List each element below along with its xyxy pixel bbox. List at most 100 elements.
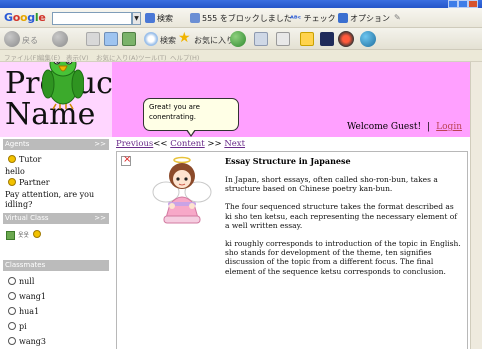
previous-link[interactable]: Previous <box>116 139 153 149</box>
virtual-class-title: Virtual Class <box>5 214 49 222</box>
partner-row[interactable]: Partner <box>8 178 50 187</box>
virtual-class-header[interactable]: Virtual Class >> <box>3 213 109 224</box>
virtual-class-icons: 옷옷 <box>6 230 44 240</box>
article-paragraph: ki roughly corresponds to introduction o… <box>225 239 461 276</box>
stop-icon[interactable] <box>86 32 100 46</box>
classmate-radio[interactable] <box>8 277 16 285</box>
class-smiley-icon[interactable] <box>33 230 41 238</box>
classmate-item[interactable]: null <box>8 277 34 286</box>
partner-message-line1: Pay attention, are you <box>5 190 95 199</box>
classmate-name: null <box>19 277 35 286</box>
search-icon[interactable] <box>144 32 158 46</box>
parrot-agent-image[interactable] <box>42 62 84 110</box>
refresh-icon[interactable] <box>104 32 118 46</box>
page-navigation: Previous<< Content >> Next <box>116 139 245 149</box>
classmate-item[interactable]: wang1 <box>8 292 46 301</box>
article-paragraph: In Japan, short essays, often called sho… <box>225 175 438 194</box>
menu-favorites[interactable]: お気に入り(A) <box>96 52 138 62</box>
options-icon <box>338 13 348 23</box>
google-search-input[interactable] <box>52 12 132 25</box>
history-icon[interactable] <box>230 31 246 47</box>
pencil-icon[interactable]: ✎ <box>394 13 401 22</box>
speech-tail-fill <box>187 129 195 135</box>
tutor-row[interactable]: Tutor <box>8 155 41 164</box>
classmate-radio[interactable] <box>8 322 16 330</box>
favorites-label[interactable]: お気に入り <box>194 35 234 46</box>
navigation-toolbar: 戻る 検索 ★ お気に入り <box>0 28 482 50</box>
article-paragraph: The four sequenced structure takes the f… <box>225 202 458 230</box>
vertical-scrollbar[interactable] <box>470 62 482 349</box>
classmate-item[interactable]: hua1 <box>8 307 39 316</box>
virtual-class-expand-arrow[interactable]: >> <box>94 213 106 224</box>
classroom-icon[interactable] <box>6 230 15 240</box>
web-page: Product Name Welcome Guest!|Login Great!… <box>0 62 470 349</box>
google-search-label: 検索 <box>157 14 173 23</box>
broken-image-icon <box>121 154 131 166</box>
partner-label: Partner <box>19 178 50 187</box>
back-icon[interactable] <box>4 31 20 47</box>
spell-check-button[interactable]: ᴬᴮᶜ チェック <box>290 13 336 24</box>
options-label: オプション <box>350 14 390 23</box>
agents-expand-arrow[interactable]: >> <box>94 139 106 150</box>
partner-message-line2: idling? <box>5 200 33 209</box>
forward-icon[interactable] <box>52 31 68 47</box>
buddy-icon[interactable] <box>360 31 376 47</box>
classmate-radio[interactable] <box>8 292 16 300</box>
classmates-title: Classmates <box>5 261 46 269</box>
popup-blocked-button[interactable]: 555 をブロックしました <box>190 13 292 24</box>
favorites-star-icon[interactable]: ★ <box>178 30 191 46</box>
google-search-button[interactable]: 検索 <box>145 13 173 24</box>
next-link[interactable]: Next <box>224 139 245 149</box>
menu-file[interactable]: ファイル(F) <box>4 52 39 62</box>
menu-view[interactable]: 表示(V) <box>66 52 89 62</box>
agents-title: Agents <box>5 140 30 148</box>
popup-blocked-label: 555 をブロックしました <box>202 14 292 23</box>
classmate-name: wang3 <box>19 337 46 346</box>
classmate-radio[interactable] <box>8 307 16 315</box>
google-logo[interactable]: Google <box>4 11 46 24</box>
close-button[interactable] <box>468 0 478 8</box>
messenger-icon[interactable] <box>320 32 334 46</box>
classmate-name: hua1 <box>19 307 40 316</box>
window-titlebar <box>0 0 482 8</box>
angel-agent-image[interactable] <box>152 156 212 228</box>
login-link[interactable]: Login <box>436 122 462 132</box>
classmate-item[interactable]: wang3 <box>8 337 46 346</box>
classmate-item[interactable]: pi <box>8 322 27 331</box>
google-search-dropdown[interactable]: ▼ <box>132 12 141 25</box>
print-icon[interactable] <box>276 32 290 46</box>
classmate-radio[interactable] <box>8 337 16 345</box>
welcome-text: Welcome Guest! <box>347 122 422 132</box>
home-icon[interactable] <box>122 32 136 46</box>
popup-block-icon <box>190 13 200 23</box>
article-title: Essay Structure in Japanese <box>225 156 351 166</box>
content-link[interactable]: Content <box>170 139 204 149</box>
minimize-button[interactable] <box>448 0 458 8</box>
menu-help[interactable]: ヘルプ(H) <box>170 52 199 62</box>
nav-separator: << <box>153 139 168 149</box>
search-label[interactable]: 検索 <box>160 35 176 46</box>
classmates-icon[interactable]: 옷옷 <box>18 231 30 240</box>
speech-text: Great! you are conentrating. <box>149 103 200 121</box>
main-content: Previous<< Content >> Next × Essay Struc… <box>112 137 470 349</box>
lesson-frame: Essay Structure in Japanese In Japan, sh… <box>116 151 468 349</box>
nav-separator: >> <box>207 139 222 149</box>
article-body: In Japan, short essays, often called sho… <box>225 175 463 285</box>
options-button[interactable]: オプション <box>338 13 390 24</box>
maximize-button[interactable] <box>458 0 468 8</box>
abc-check-icon: ᴬᴮᶜ <box>290 14 302 23</box>
mail-icon[interactable] <box>254 32 268 46</box>
google-toolbar: Google ▼ 検索 555 をブロックしました ᴬᴮᶜ チェック オプション… <box>0 8 482 28</box>
back-label[interactable]: 戻る <box>22 35 38 46</box>
menu-edit[interactable]: 編集(E) <box>38 52 60 62</box>
media-icon[interactable] <box>338 31 354 47</box>
sidebar: Agents >> Tutor hello Partner Pay attent… <box>0 137 112 349</box>
tutor-label: Tutor <box>19 155 42 164</box>
tutor-message: hello <box>5 167 25 176</box>
agents-header[interactable]: Agents >> <box>3 139 109 150</box>
welcome-area: Welcome Guest! | Login <box>347 122 462 132</box>
menu-tools[interactable]: ツール(T) <box>138 52 167 62</box>
menu-bar: ファイル(F) 編集(E) 表示(V) お気に入り(A) ツール(T) ヘルプ(… <box>0 50 482 62</box>
folder-icon[interactable] <box>300 32 314 46</box>
agent-speech-balloon: Great! you are conentrating. <box>143 98 239 131</box>
